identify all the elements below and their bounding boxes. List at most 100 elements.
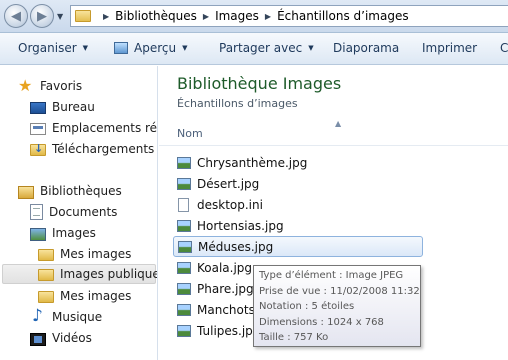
star-icon — [18, 76, 34, 95]
nav-item-music[interactable]: Musique — [30, 306, 103, 327]
nav-label: Mes images — [60, 247, 132, 261]
ini-file-icon — [178, 197, 189, 212]
file-name: Phare.jpg — [197, 281, 254, 296]
jpeg-file-icon — [177, 219, 191, 232]
nav-item-downloads[interactable]: Téléchargements — [30, 139, 154, 159]
overflow-button[interactable]: C — [500, 41, 508, 55]
nav-item-public-pictures[interactable]: Images publiques — [2, 264, 158, 284]
jpeg-file-icon — [177, 324, 191, 337]
history-dropdown-icon[interactable]: ▼ — [57, 12, 63, 21]
breadcrumb-images[interactable]: Images — [215, 9, 259, 23]
preview-icon — [114, 42, 128, 54]
tooltip-size: Taille : 757 Ko — [259, 332, 329, 343]
nav-label: Téléchargements — [52, 142, 155, 156]
video-icon — [30, 332, 46, 346]
file-name: Chrysanthème.jpg — [197, 155, 308, 170]
file-item-selected[interactable]: Méduses.jpg — [173, 236, 423, 257]
address-bar: ◀ ▶ ▼ ▶ Bibliothèques ▶ Images ▶ Échanti… — [0, 0, 508, 33]
nav-item-recent-places[interactable]: Emplacements récen — [30, 118, 158, 138]
nav-label: Favoris — [40, 79, 83, 93]
file-name: Méduses.jpg — [198, 239, 274, 254]
address-box[interactable]: ▶ Bibliothèques ▶ Images ▶ Échantillons … — [70, 5, 508, 27]
tooltip-date: Prise de vue : 11/02/2008 11:32 — [259, 285, 420, 297]
forward-button[interactable]: ▶ — [30, 4, 54, 28]
print-button[interactable]: Imprimer — [422, 41, 477, 55]
downloads-folder-icon — [30, 142, 46, 156]
nav-label: Emplacements récen — [52, 121, 158, 135]
nav-item-documents[interactable]: Documents — [30, 202, 117, 222]
file-name: Hortensias.jpg — [197, 218, 284, 233]
images-library-icon — [30, 227, 46, 241]
recent-places-icon — [30, 123, 46, 135]
nav-label: Images — [52, 226, 96, 240]
breadcrumb-separator-icon[interactable]: ▶ — [203, 12, 209, 21]
breadcrumb-samples[interactable]: Échantillons d’images — [277, 9, 409, 23]
nav-label: Images publiques — [60, 267, 158, 281]
jpeg-file-icon — [177, 261, 191, 274]
slideshow-label: Diaporama — [333, 41, 400, 55]
library-title: Bibliothèque Images — [177, 74, 342, 93]
nav-item-libraries[interactable]: Bibliothèques — [18, 181, 122, 201]
file-name: Manchots — [197, 302, 255, 317]
share-button[interactable]: Partager avec ▼ — [219, 41, 314, 55]
file-item[interactable]: desktop.ini — [173, 194, 263, 215]
organize-label: Organiser — [18, 41, 77, 55]
nav-label: Mes images — [60, 289, 132, 303]
library-subtitle: Échantillons d’images — [177, 97, 298, 110]
sort-ascending-icon: ▲ — [335, 119, 342, 128]
breadcrumb-libraries[interactable]: Bibliothèques — [115, 9, 197, 23]
slideshow-button[interactable]: Diaporama — [333, 41, 399, 55]
file-item[interactable]: Manchots — [173, 299, 255, 320]
folder-icon — [38, 269, 54, 281]
chevron-down-icon: ▼ — [82, 44, 89, 52]
navigation-pane: Favoris Bureau Emplacements récen Téléch… — [0, 66, 158, 360]
folder-icon — [38, 291, 54, 303]
tooltip-dimensions: Dimensions : 1024 x 768 — [259, 316, 384, 328]
nav-label: Musique — [52, 310, 103, 324]
file-info-tooltip: Type d’élément : Image JPEG Prise de vue… — [253, 265, 421, 347]
nav-item-my-pictures[interactable]: Mes images — [38, 244, 131, 264]
file-item[interactable]: Hortensias.jpg — [173, 215, 284, 236]
organize-button[interactable]: Organiser ▼ — [18, 41, 88, 55]
nav-item-videos[interactable]: Vidéos — [30, 328, 92, 348]
preview-label: Aperçu — [134, 41, 177, 55]
nav-item-my-pictures-2[interactable]: Mes images — [38, 286, 131, 306]
nav-label: Vidéos — [52, 331, 92, 345]
overflow-label: C — [500, 41, 508, 55]
jpeg-file-icon — [178, 240, 192, 253]
nav-item-favorites[interactable]: Favoris — [18, 76, 82, 96]
file-item[interactable]: Chrysanthème.jpg — [173, 152, 307, 173]
breadcrumb-separator-icon[interactable]: ▶ — [103, 12, 109, 21]
nav-label: Documents — [49, 205, 118, 219]
file-item[interactable]: Koala.jpg — [173, 257, 252, 278]
jpeg-file-icon — [177, 156, 191, 169]
file-item[interactable]: Tulipes.jpg — [173, 320, 260, 341]
back-arrow-icon: ◀ — [11, 8, 21, 24]
forward-arrow-icon: ▶ — [37, 8, 47, 24]
documents-icon — [30, 204, 43, 220]
preview-button[interactable]: Aperçu ▼ — [114, 41, 187, 55]
file-item[interactable]: Désert.jpg — [173, 173, 259, 194]
breadcrumb-separator-icon[interactable]: ▶ — [265, 12, 271, 21]
jpeg-file-icon — [177, 282, 191, 295]
nav-label: Bureau — [52, 100, 95, 114]
chevron-down-icon: ▼ — [308, 44, 314, 52]
folder-icon — [75, 10, 91, 22]
file-name: Koala.jpg — [197, 260, 253, 275]
jpeg-file-icon — [177, 303, 191, 316]
share-label: Partager avec — [219, 41, 303, 55]
nav-item-desktop[interactable]: Bureau — [30, 97, 95, 117]
chevron-down-icon: ▼ — [182, 44, 188, 52]
column-header-name[interactable]: Nom ▲ — [159, 118, 508, 146]
nav-label: Bibliothèques — [40, 184, 122, 198]
command-bar: Organiser ▼ Aperçu ▼ Partager avec ▼ Dia… — [0, 33, 508, 65]
file-name: desktop.ini — [197, 197, 263, 212]
file-name: Tulipes.jpg — [197, 323, 261, 338]
back-button[interactable]: ◀ — [4, 4, 28, 28]
libraries-icon — [18, 185, 34, 199]
print-label: Imprimer — [422, 41, 478, 55]
file-name: Désert.jpg — [197, 176, 260, 191]
jpeg-file-icon — [177, 177, 191, 190]
nav-item-images[interactable]: Images — [30, 223, 96, 243]
file-item[interactable]: Phare.jpg — [173, 278, 254, 299]
